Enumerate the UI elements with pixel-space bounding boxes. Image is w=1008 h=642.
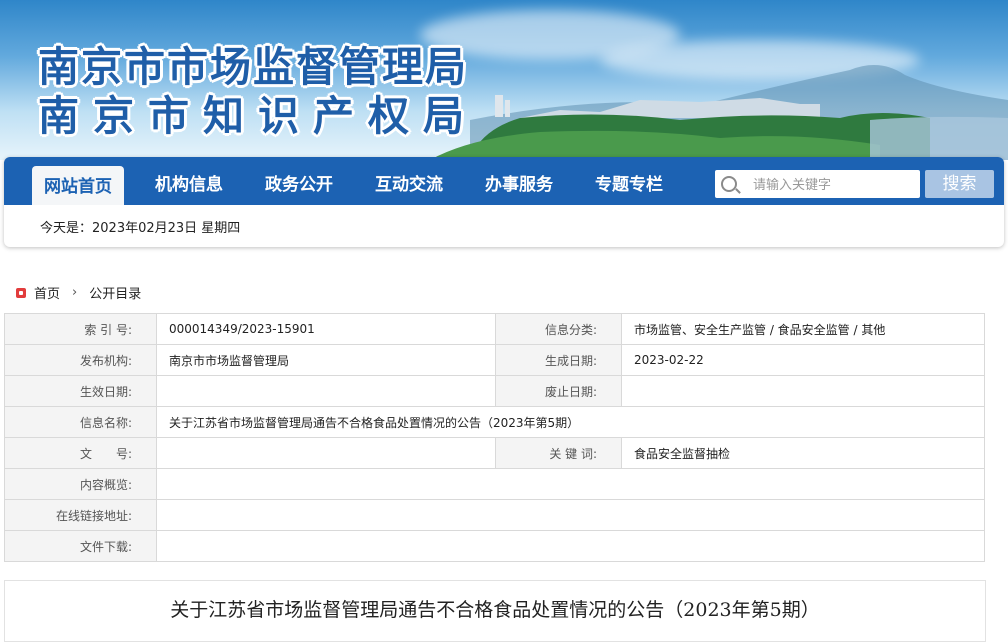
nav-org-info[interactable]: 机构信息: [155, 170, 223, 200]
table-row: 生效日期: 废止日期:: [4, 375, 985, 407]
nav-gov-affairs[interactable]: 政务公开: [265, 170, 333, 200]
doc-number-value: [156, 437, 496, 469]
table-row: 文件下载:: [4, 530, 985, 562]
search-box: [715, 170, 920, 198]
breadcrumb-home[interactable]: 首页: [34, 283, 60, 302]
online-link-label: 在线链接地址:: [4, 499, 157, 531]
created-date-label: 生成日期:: [495, 344, 622, 376]
home-icon: [16, 287, 26, 298]
online-link-value[interactable]: [156, 499, 985, 531]
breadcrumb-current[interactable]: 公开目录: [89, 283, 141, 302]
table-row: 信息名称: 关于江苏省市场监督管理局通告不合格食品处置情况的公告（2023年第5…: [4, 406, 985, 438]
nav-home[interactable]: 网站首页: [32, 166, 124, 205]
summary-value: [156, 468, 985, 500]
doc-number-label: 文 号:: [4, 437, 157, 469]
abolish-date-value: [621, 375, 985, 407]
nav-interaction[interactable]: 互动交流: [375, 170, 443, 200]
info-table: 索 引 号: 000014349/2023-15901 信息分类: 市场监管、安…: [4, 313, 985, 562]
effective-date-value: [156, 375, 496, 407]
search-icon: [721, 176, 737, 192]
index-label: 索 引 号:: [4, 313, 157, 345]
publisher-value: 南京市市场监督管理局: [156, 344, 496, 376]
nav-topics[interactable]: 专题专栏: [595, 170, 663, 200]
header-banner: 南京市市场监督管理局 南京市知识产权局: [0, 0, 1008, 160]
summary-label: 内容概览:: [4, 468, 157, 500]
table-row: 内容概览:: [4, 468, 985, 500]
index-value: 000014349/2023-15901: [156, 313, 496, 345]
abolish-date-label: 废止日期:: [495, 375, 622, 407]
category-label: 信息分类:: [495, 313, 622, 345]
keywords-value: 食品安全监督抽检: [621, 437, 985, 469]
publisher-label: 发布机构:: [4, 344, 157, 376]
keywords-label: 关 键 词:: [495, 437, 622, 469]
nav-services[interactable]: 办事服务: [485, 170, 553, 200]
file-download-label: 文件下载:: [4, 530, 157, 562]
breadcrumb: 首页 › 公开目录: [16, 283, 141, 302]
created-date-value: 2023-02-22: [621, 344, 985, 376]
article-title: 关于江苏省市场监督管理局通告不合格食品处置情况的公告（2023年第5期）: [170, 599, 820, 621]
table-row: 在线链接地址:: [4, 499, 985, 531]
today-date: 今天是：2023年02月23日 星期四: [40, 221, 241, 236]
main-nav: 网站首页 机构信息 政务公开 互动交流 办事服务 专题专栏 搜索: [4, 157, 1004, 205]
table-row: 文 号: 关 键 词: 食品安全监督抽检: [4, 437, 985, 469]
category-value: 市场监管、安全生产监管 / 食品安全监管 / 其他: [621, 313, 985, 345]
effective-date-label: 生效日期:: [4, 375, 157, 407]
table-row: 索 引 号: 000014349/2023-15901 信息分类: 市场监管、安…: [4, 313, 985, 345]
article-panel: 关于江苏省市场监督管理局通告不合格食品处置情况的公告（2023年第5期）: [4, 580, 986, 642]
info-name-label: 信息名称:: [4, 406, 157, 438]
info-name-value: 关于江苏省市场监督管理局通告不合格食品处置情况的公告（2023年第5期）: [156, 406, 985, 438]
table-row: 发布机构: 南京市市场监督管理局 生成日期: 2023-02-22: [4, 344, 985, 376]
file-download-value[interactable]: [156, 530, 985, 562]
search-button[interactable]: 搜索: [925, 170, 994, 198]
nav-panel: 网站首页 机构信息 政务公开 互动交流 办事服务 专题专栏 搜索 今天是：202…: [4, 157, 1004, 247]
search-input[interactable]: [751, 173, 915, 197]
banner-title-line2: 南京市知识产权局: [38, 92, 478, 140]
chevron-right-icon: ›: [72, 285, 78, 300]
